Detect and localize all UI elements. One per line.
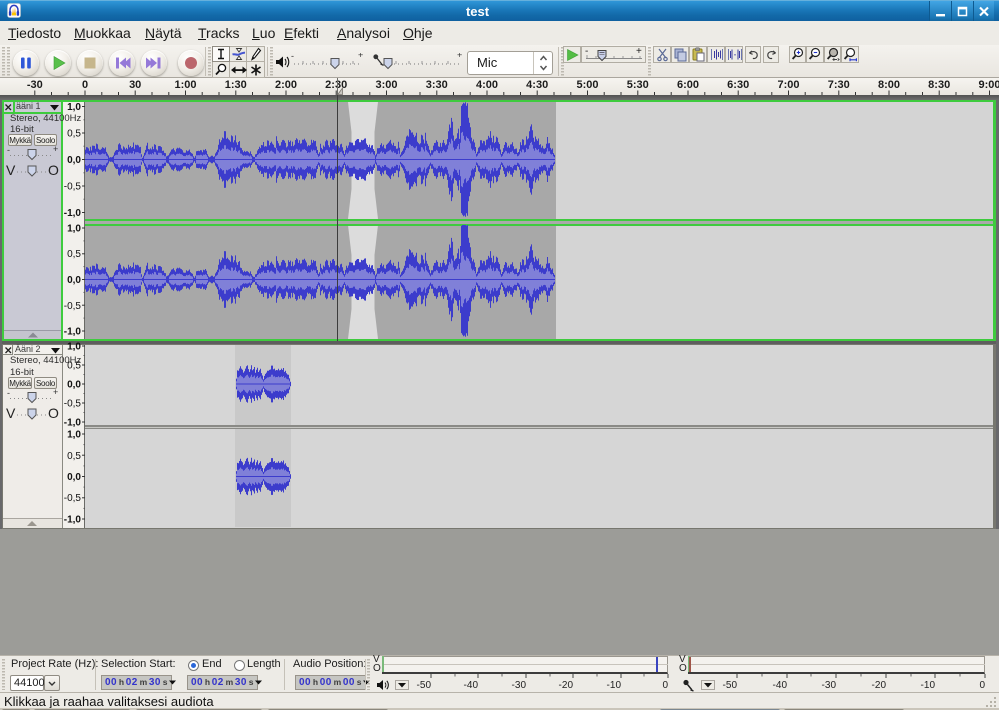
svg-text:1:30: 1:30 (225, 79, 247, 91)
svg-text:-10: -10 (921, 680, 936, 691)
svg-text:-: - (7, 146, 10, 155)
svg-text:-: - (7, 389, 10, 398)
svg-text:3:30: 3:30 (426, 79, 448, 91)
svg-text:-1,0: -1,0 (64, 418, 82, 429)
svg-text:-1,0: -1,0 (64, 515, 82, 526)
svg-text:4:00: 4:00 (476, 79, 498, 91)
svg-text:-: - (291, 53, 294, 61)
svg-text:-30: -30 (27, 79, 43, 91)
svg-text:9:00: 9:00 (978, 79, 999, 91)
svg-text:1,0: 1,0 (67, 224, 81, 235)
svg-text:-1,0: -1,0 (64, 208, 82, 219)
svg-text:5:30: 5:30 (627, 79, 649, 91)
svg-text:1,0: 1,0 (67, 430, 81, 441)
svg-text:-0,5: -0,5 (64, 399, 82, 410)
svg-text:-1,0: -1,0 (64, 327, 82, 338)
svg-text:0,5: 0,5 (67, 249, 81, 260)
svg-text:O: O (48, 162, 59, 178)
svg-text:0: 0 (82, 79, 88, 91)
svg-text:O: O (48, 405, 59, 421)
svg-text:0,0: 0,0 (67, 380, 81, 391)
svg-text:2:30: 2:30 (325, 79, 347, 91)
svg-text:-50: -50 (723, 680, 738, 691)
svg-text:7:30: 7:30 (828, 79, 850, 91)
svg-text:0,5: 0,5 (67, 451, 81, 462)
svg-text:-0,5: -0,5 (64, 301, 82, 312)
svg-text:0: 0 (979, 680, 985, 691)
svg-text:5:00: 5:00 (576, 79, 598, 91)
svg-text:8:30: 8:30 (928, 79, 950, 91)
svg-text:+: + (358, 53, 363, 60)
svg-text:7:00: 7:00 (777, 79, 799, 91)
svg-text:30: 30 (129, 79, 141, 91)
svg-text:4:30: 4:30 (526, 79, 548, 91)
svg-text:-0,5: -0,5 (64, 182, 82, 193)
svg-text:+: + (53, 146, 58, 154)
svg-text:0,0: 0,0 (67, 472, 81, 483)
svg-text:6:00: 6:00 (677, 79, 699, 91)
svg-text:6:30: 6:30 (727, 79, 749, 91)
svg-text:0,0: 0,0 (67, 275, 81, 286)
svg-text:-30: -30 (822, 680, 837, 691)
svg-text:-0,5: -0,5 (64, 493, 82, 504)
svg-text:-20: -20 (872, 680, 887, 691)
svg-text:V: V (6, 162, 16, 178)
svg-text:3:00: 3:00 (375, 79, 397, 91)
svg-text:1,0: 1,0 (67, 342, 81, 353)
svg-text:0,0: 0,0 (67, 155, 81, 166)
svg-text:+: + (636, 46, 642, 57)
svg-text:8:00: 8:00 (878, 79, 900, 91)
svg-text:1:00: 1:00 (174, 79, 196, 91)
svg-text:+: + (457, 53, 462, 60)
svg-text:1,0: 1,0 (67, 102, 81, 113)
svg-text:0,5: 0,5 (67, 129, 81, 140)
svg-text:-40: -40 (773, 680, 788, 691)
svg-text:2:00: 2:00 (275, 79, 297, 91)
svg-text:+: + (53, 389, 58, 397)
svg-text:V: V (6, 405, 16, 421)
